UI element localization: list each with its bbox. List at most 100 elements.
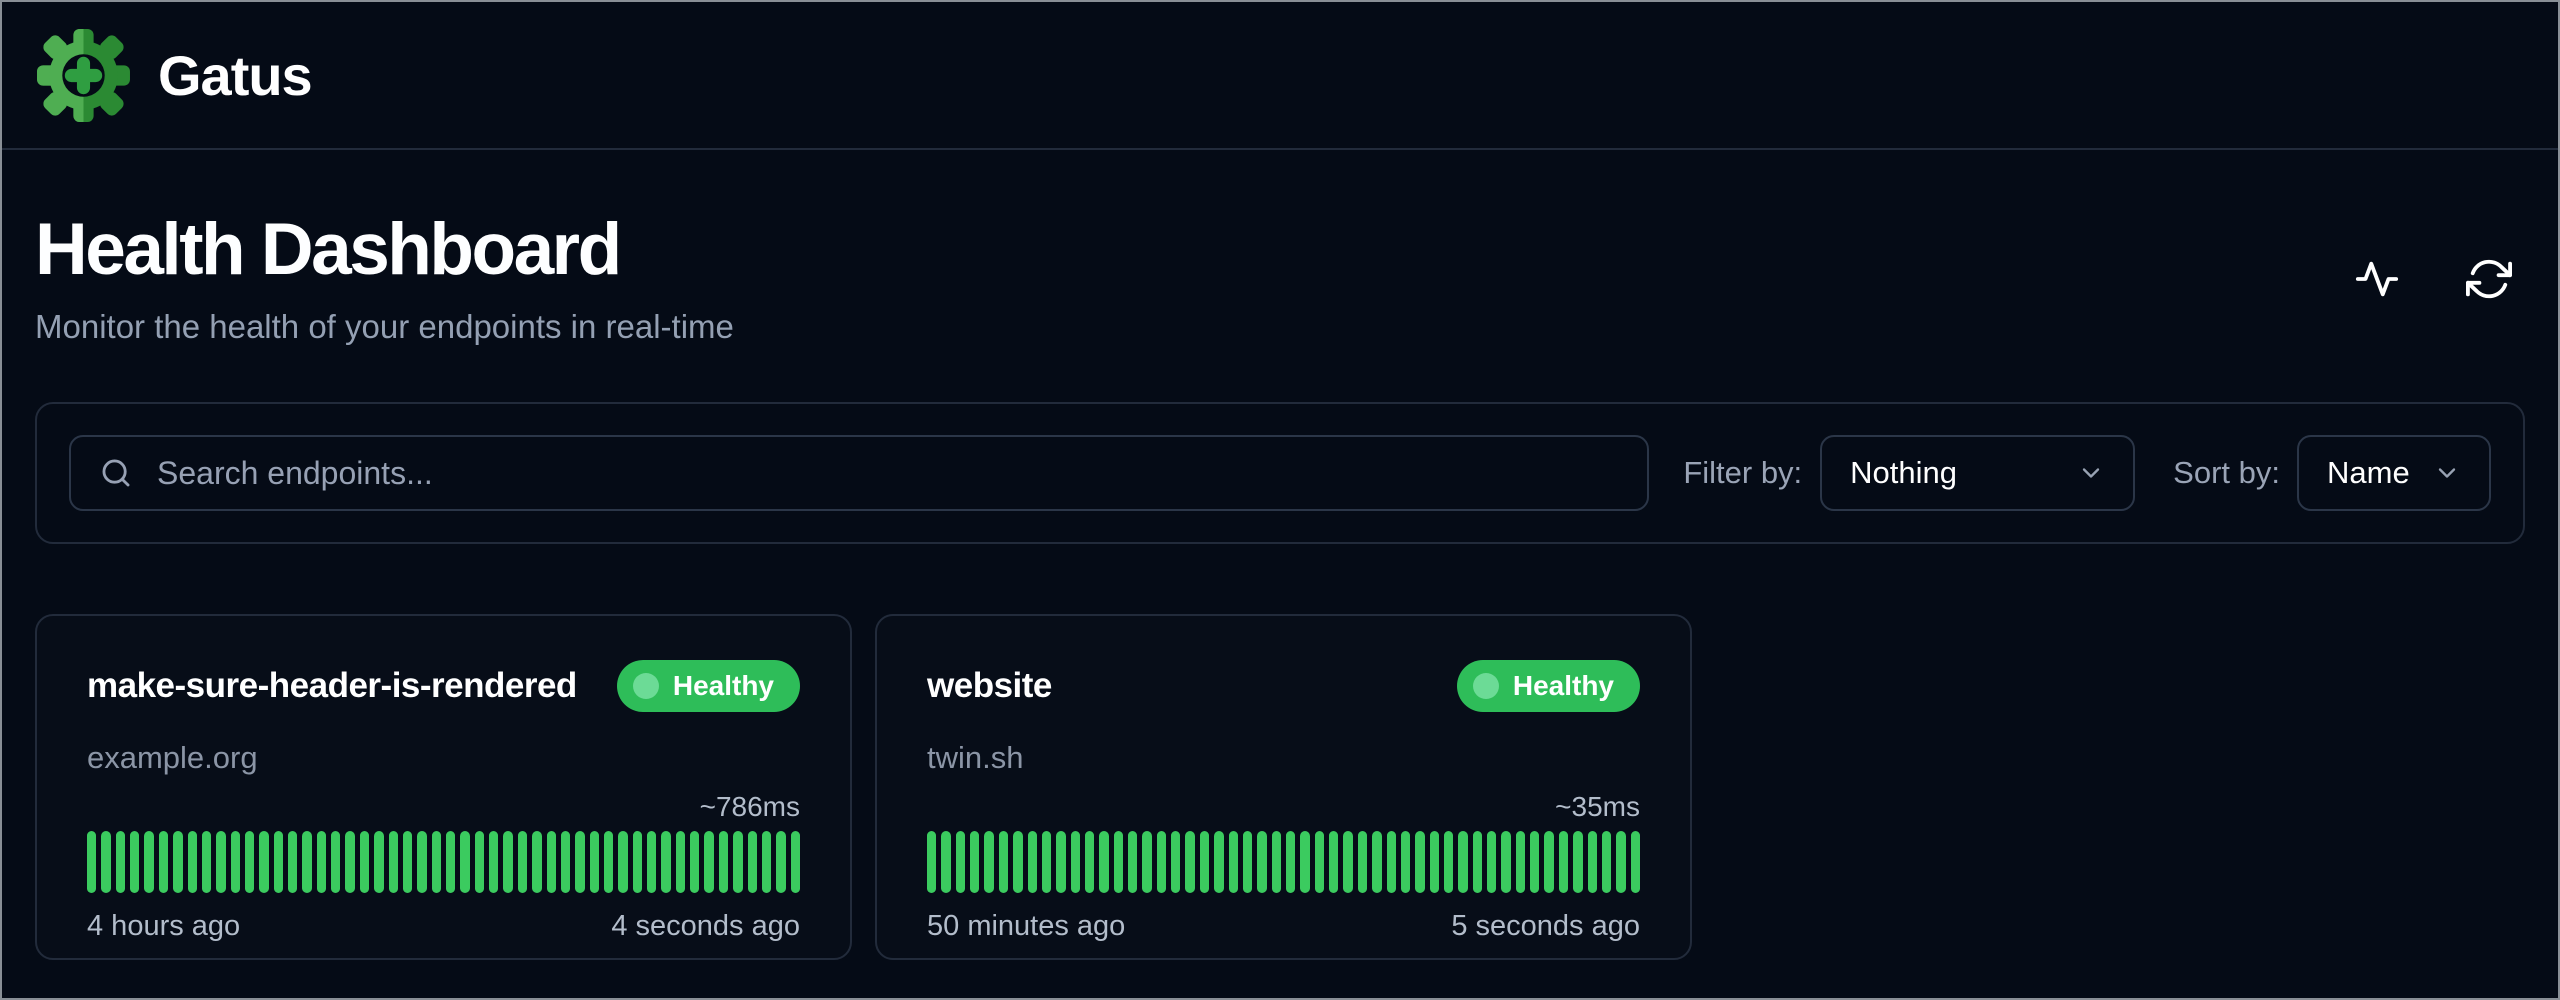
- health-bar[interactable]: [446, 831, 455, 893]
- health-bar[interactable]: [202, 831, 211, 893]
- health-bar[interactable]: [791, 831, 800, 893]
- health-bar[interactable]: [1544, 831, 1553, 893]
- health-bar[interactable]: [345, 831, 354, 893]
- health-bar[interactable]: [460, 831, 469, 893]
- health-bar[interactable]: [618, 831, 627, 893]
- health-bar[interactable]: [1588, 831, 1597, 893]
- health-bar[interactable]: [1372, 831, 1381, 893]
- endpoint-card[interactable]: make-sure-header-is-rendered Healthy exa…: [35, 614, 852, 960]
- health-bar[interactable]: [532, 831, 541, 893]
- health-bar[interactable]: [1286, 831, 1295, 893]
- health-bar[interactable]: [1300, 831, 1309, 893]
- health-bar[interactable]: [1530, 831, 1539, 893]
- filter-select[interactable]: Nothing: [1820, 435, 2135, 511]
- health-bar[interactable]: [1042, 831, 1051, 893]
- health-bar[interactable]: [116, 831, 125, 893]
- health-bar[interactable]: [776, 831, 785, 893]
- health-bar[interactable]: [970, 831, 979, 893]
- health-bar[interactable]: [245, 831, 254, 893]
- health-bar[interactable]: [1358, 831, 1367, 893]
- health-bar[interactable]: [719, 831, 728, 893]
- health-bar[interactable]: [403, 831, 412, 893]
- refresh-icon[interactable]: [2465, 255, 2513, 303]
- health-bar[interactable]: [941, 831, 950, 893]
- health-bar[interactable]: [389, 831, 398, 893]
- health-bar[interactable]: [1616, 831, 1625, 893]
- health-bar[interactable]: [288, 831, 297, 893]
- health-bar[interactable]: [1157, 831, 1166, 893]
- health-bar[interactable]: [1329, 831, 1338, 893]
- health-bar[interactable]: [1142, 831, 1151, 893]
- health-bar[interactable]: [360, 831, 369, 893]
- health-bar[interactable]: [604, 831, 613, 893]
- health-bar[interactable]: [1099, 831, 1108, 893]
- health-bar[interactable]: [690, 831, 699, 893]
- health-bar[interactable]: [1415, 831, 1424, 893]
- health-bar[interactable]: [173, 831, 182, 893]
- health-bar[interactable]: [374, 831, 383, 893]
- health-bar[interactable]: [590, 831, 599, 893]
- health-bar[interactable]: [1229, 831, 1238, 893]
- health-bar[interactable]: [101, 831, 110, 893]
- health-bar[interactable]: [1387, 831, 1396, 893]
- health-bar[interactable]: [231, 831, 240, 893]
- activity-icon[interactable]: [2353, 255, 2401, 303]
- health-bar[interactable]: [927, 831, 936, 893]
- health-bar[interactable]: [1573, 831, 1582, 893]
- health-bar[interactable]: [1171, 831, 1180, 893]
- health-bar[interactable]: [216, 831, 225, 893]
- health-bar[interactable]: [984, 831, 993, 893]
- health-bar[interactable]: [1272, 831, 1281, 893]
- health-bar[interactable]: [417, 831, 426, 893]
- health-bar[interactable]: [633, 831, 642, 893]
- health-bar[interactable]: [1257, 831, 1266, 893]
- health-bar[interactable]: [518, 831, 527, 893]
- health-bar[interactable]: [317, 831, 326, 893]
- endpoint-card[interactable]: website Healthy twin.sh ~35ms 50 minutes…: [875, 614, 1692, 960]
- health-bar[interactable]: [130, 831, 139, 893]
- health-bar[interactable]: [489, 831, 498, 893]
- health-bar[interactable]: [676, 831, 685, 893]
- health-bar[interactable]: [1056, 831, 1065, 893]
- health-bar[interactable]: [561, 831, 570, 893]
- health-bar[interactable]: [1013, 831, 1022, 893]
- health-bar[interactable]: [475, 831, 484, 893]
- health-bar[interactable]: [575, 831, 584, 893]
- health-bar[interactable]: [661, 831, 670, 893]
- health-bar[interactable]: [188, 831, 197, 893]
- health-bar[interactable]: [762, 831, 771, 893]
- health-bar[interactable]: [1114, 831, 1123, 893]
- health-bar[interactable]: [144, 831, 153, 893]
- sort-select[interactable]: Name: [2297, 435, 2491, 511]
- health-bar[interactable]: [1401, 831, 1410, 893]
- health-bar[interactable]: [1516, 831, 1525, 893]
- health-bar[interactable]: [956, 831, 965, 893]
- health-bar[interactable]: [1473, 831, 1482, 893]
- health-bar[interactable]: [1243, 831, 1252, 893]
- health-bar[interactable]: [1028, 831, 1037, 893]
- health-bar[interactable]: [1315, 831, 1324, 893]
- health-bar[interactable]: [733, 831, 742, 893]
- health-bar[interactable]: [1430, 831, 1439, 893]
- health-bar[interactable]: [274, 831, 283, 893]
- health-bar[interactable]: [432, 831, 441, 893]
- health-bar[interactable]: [748, 831, 757, 893]
- health-bar[interactable]: [1185, 831, 1194, 893]
- health-bar[interactable]: [1559, 831, 1568, 893]
- health-bar[interactable]: [159, 831, 168, 893]
- health-bar[interactable]: [1128, 831, 1137, 893]
- health-bar[interactable]: [1343, 831, 1352, 893]
- health-bar[interactable]: [1458, 831, 1467, 893]
- health-bar[interactable]: [331, 831, 340, 893]
- health-bar[interactable]: [647, 831, 656, 893]
- search-input[interactable]: [157, 455, 1619, 492]
- health-bar[interactable]: [1631, 831, 1640, 893]
- health-bar[interactable]: [1602, 831, 1611, 893]
- health-bar[interactable]: [1444, 831, 1453, 893]
- health-bar[interactable]: [1085, 831, 1094, 893]
- health-bar[interactable]: [704, 831, 713, 893]
- health-bar[interactable]: [1501, 831, 1510, 893]
- health-bar[interactable]: [1200, 831, 1209, 893]
- health-bar[interactable]: [547, 831, 556, 893]
- health-bar[interactable]: [1214, 831, 1223, 893]
